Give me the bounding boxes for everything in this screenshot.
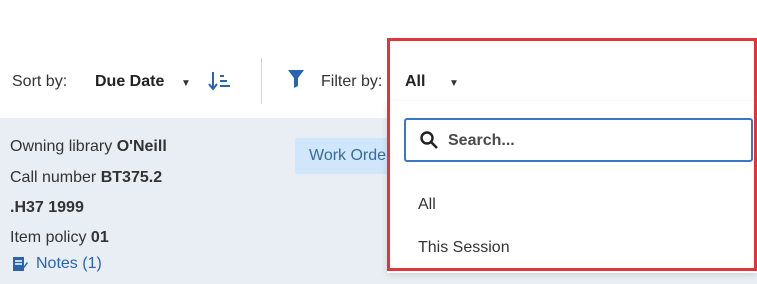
chevron-down-icon[interactable]: ▼ <box>181 78 191 89</box>
notes-link[interactable]: Notes (1) <box>12 255 102 273</box>
notes-label: Notes (1) <box>36 255 102 272</box>
call-number: Call number BT375.2 <box>10 169 162 187</box>
chevron-down-icon[interactable]: ▼ <box>449 78 459 89</box>
filter-icon[interactable] <box>288 70 304 88</box>
sort-order-icon[interactable] <box>207 68 233 94</box>
sort-by-selector[interactable]: Due Date <box>95 73 164 91</box>
owning-library: Owning library O'Neill <box>10 138 167 156</box>
filter-option-all[interactable]: All <box>418 196 436 214</box>
toolbar-divider <box>261 58 262 104</box>
owning-library-label: Owning library <box>10 138 113 155</box>
call-number-label: Call number <box>10 169 97 186</box>
filter-dropdown-header <box>387 38 757 101</box>
notes-icon <box>13 257 28 271</box>
owning-library-value: O'Neill <box>116 138 167 155</box>
item-policy-value: 01 <box>90 229 109 246</box>
filter-option-this-session[interactable]: This Session <box>418 239 510 257</box>
search-icon <box>420 131 438 149</box>
call-number-continued: .H37 1999 <box>10 199 84 217</box>
sort-by-label: Sort by: <box>12 73 68 90</box>
call-number-value-2: .H37 1999 <box>10 199 84 216</box>
call-number-value: BT375.2 <box>100 169 163 186</box>
item-policy-label: Item policy <box>10 229 87 246</box>
filter-selected-value[interactable]: All <box>405 73 425 91</box>
search-input[interactable] <box>446 123 750 159</box>
filter-by-label: Filter by: <box>321 73 383 90</box>
item-policy: Item policy 01 <box>10 229 109 247</box>
work-order-button[interactable]: Work Order <box>295 138 395 174</box>
